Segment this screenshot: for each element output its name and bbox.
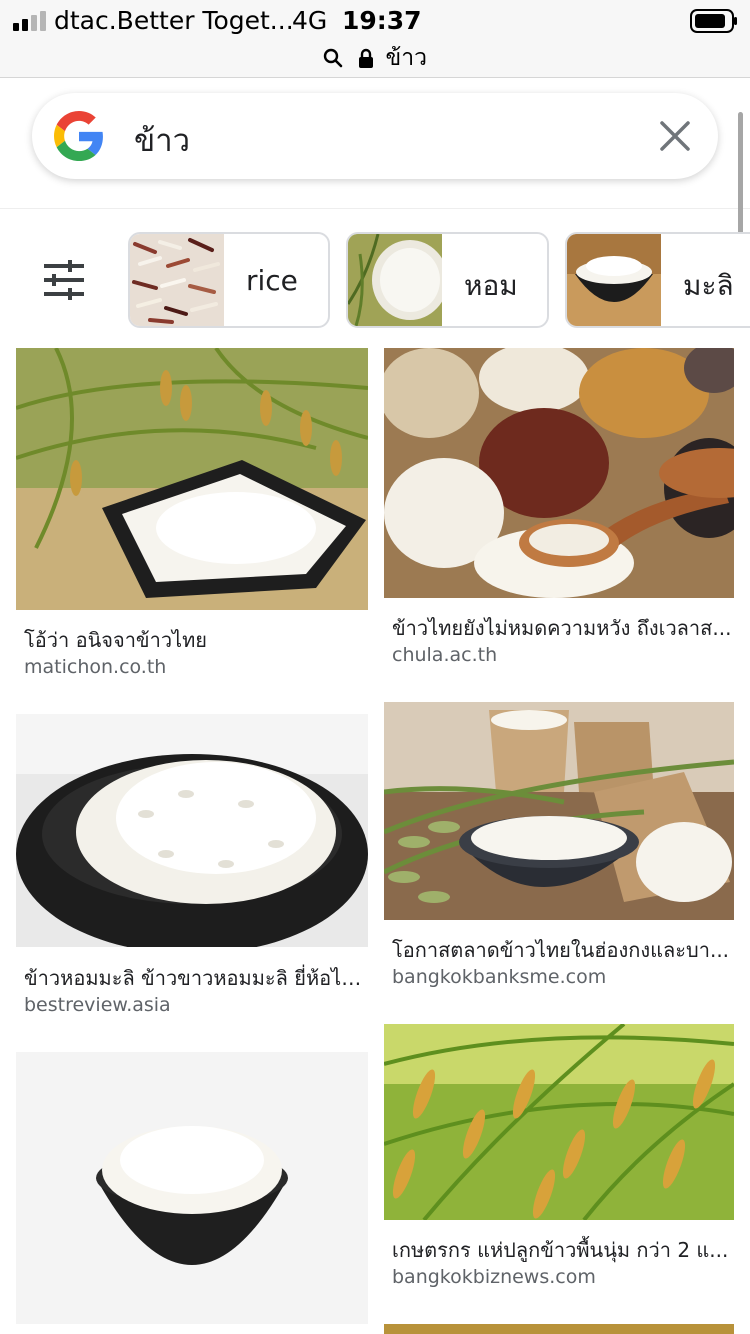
related-chips: rice หอม มะลิ	[0, 230, 750, 330]
result-image	[16, 714, 368, 947]
carrier-name: dtac.Better Toget...	[54, 6, 294, 35]
status-bar: dtac.Better Toget... 4G 19:37 ข้าว	[0, 0, 750, 78]
chip-rice[interactable]: rice	[128, 232, 330, 328]
result-source: bangkokbanksme.com	[392, 966, 607, 988]
cell-signal-icon	[13, 11, 46, 31]
google-logo-icon	[54, 111, 103, 161]
chip-thumbnail	[567, 234, 661, 326]
image-result[interactable]: เกษตรกร แห่ปลูกข้าวพื้นนุ่ม กว่า 2 แ... …	[384, 1024, 734, 1324]
result-title[interactable]: โอกาสตลาดข้าวไทยในฮ่องกงและบา...	[392, 934, 732, 966]
url-text: ข้าว	[385, 45, 428, 71]
result-image	[16, 348, 368, 610]
result-source: bestreview.asia	[24, 994, 171, 1016]
chip-mali[interactable]: มะลิ	[565, 232, 750, 328]
result-source: chula.ac.th	[392, 644, 498, 666]
image-result[interactable]	[16, 1052, 368, 1334]
search-query: ข้าว	[134, 123, 191, 159]
battery-icon	[690, 9, 737, 33]
result-title[interactable]: เกษตรกร แห่ปลูกข้าวพื้นนุ่ม กว่า 2 แ...	[392, 1234, 732, 1266]
image-result[interactable]: โอ้ว่า อนิจจาข้าวไทย matichon.co.th	[16, 348, 368, 688]
search-box[interactable]: ข้าว	[32, 93, 718, 179]
chip-thumbnail	[130, 234, 224, 326]
url-bar[interactable]: ข้าว	[0, 40, 750, 71]
clock: 19:37	[342, 6, 422, 35]
image-result[interactable]: ข้าวหอมมะลิ ข้าวขาวหอมมะลิ ยี่ห้อไห... b…	[16, 714, 368, 1024]
image-result[interactable]: โอกาสตลาดข้าวไทยในฮ่องกงและบา... bangkok…	[384, 702, 734, 1002]
result-image	[16, 1052, 368, 1324]
chip-label: หอม	[464, 269, 518, 302]
result-source: bangkokbiznews.com	[392, 1266, 596, 1288]
search-header: ข้าว	[0, 79, 750, 209]
chip-label: rice	[246, 264, 298, 297]
chip-label: มะลิ	[683, 269, 734, 302]
result-image	[384, 1024, 734, 1220]
result-image	[384, 348, 734, 598]
result-image	[384, 702, 734, 920]
network-type: 4G	[292, 6, 328, 35]
result-source: matichon.co.th	[24, 656, 167, 678]
image-result[interactable]: ข้าวไทยยังไม่หมดความหวัง ถึงเวลาส... chu…	[384, 348, 734, 678]
clear-icon[interactable]	[658, 119, 692, 153]
tune-filter-icon[interactable]	[42, 260, 86, 300]
search-icon	[323, 48, 343, 68]
result-title[interactable]: โอ้ว่า อนิจจาข้าวไทย	[24, 624, 364, 656]
lock-icon	[359, 48, 374, 68]
chip-hom[interactable]: หอม	[346, 232, 549, 328]
chip-thumbnail	[348, 234, 442, 326]
result-title[interactable]: ข้าวไทยยังไม่หมดความหวัง ถึงเวลาส...	[392, 612, 732, 644]
result-title[interactable]: ข้าวหอมมะลิ ข้าวขาวหอมมะลิ ยี่ห้อไห...	[24, 962, 366, 994]
image-result-partial[interactable]	[384, 1324, 734, 1334]
